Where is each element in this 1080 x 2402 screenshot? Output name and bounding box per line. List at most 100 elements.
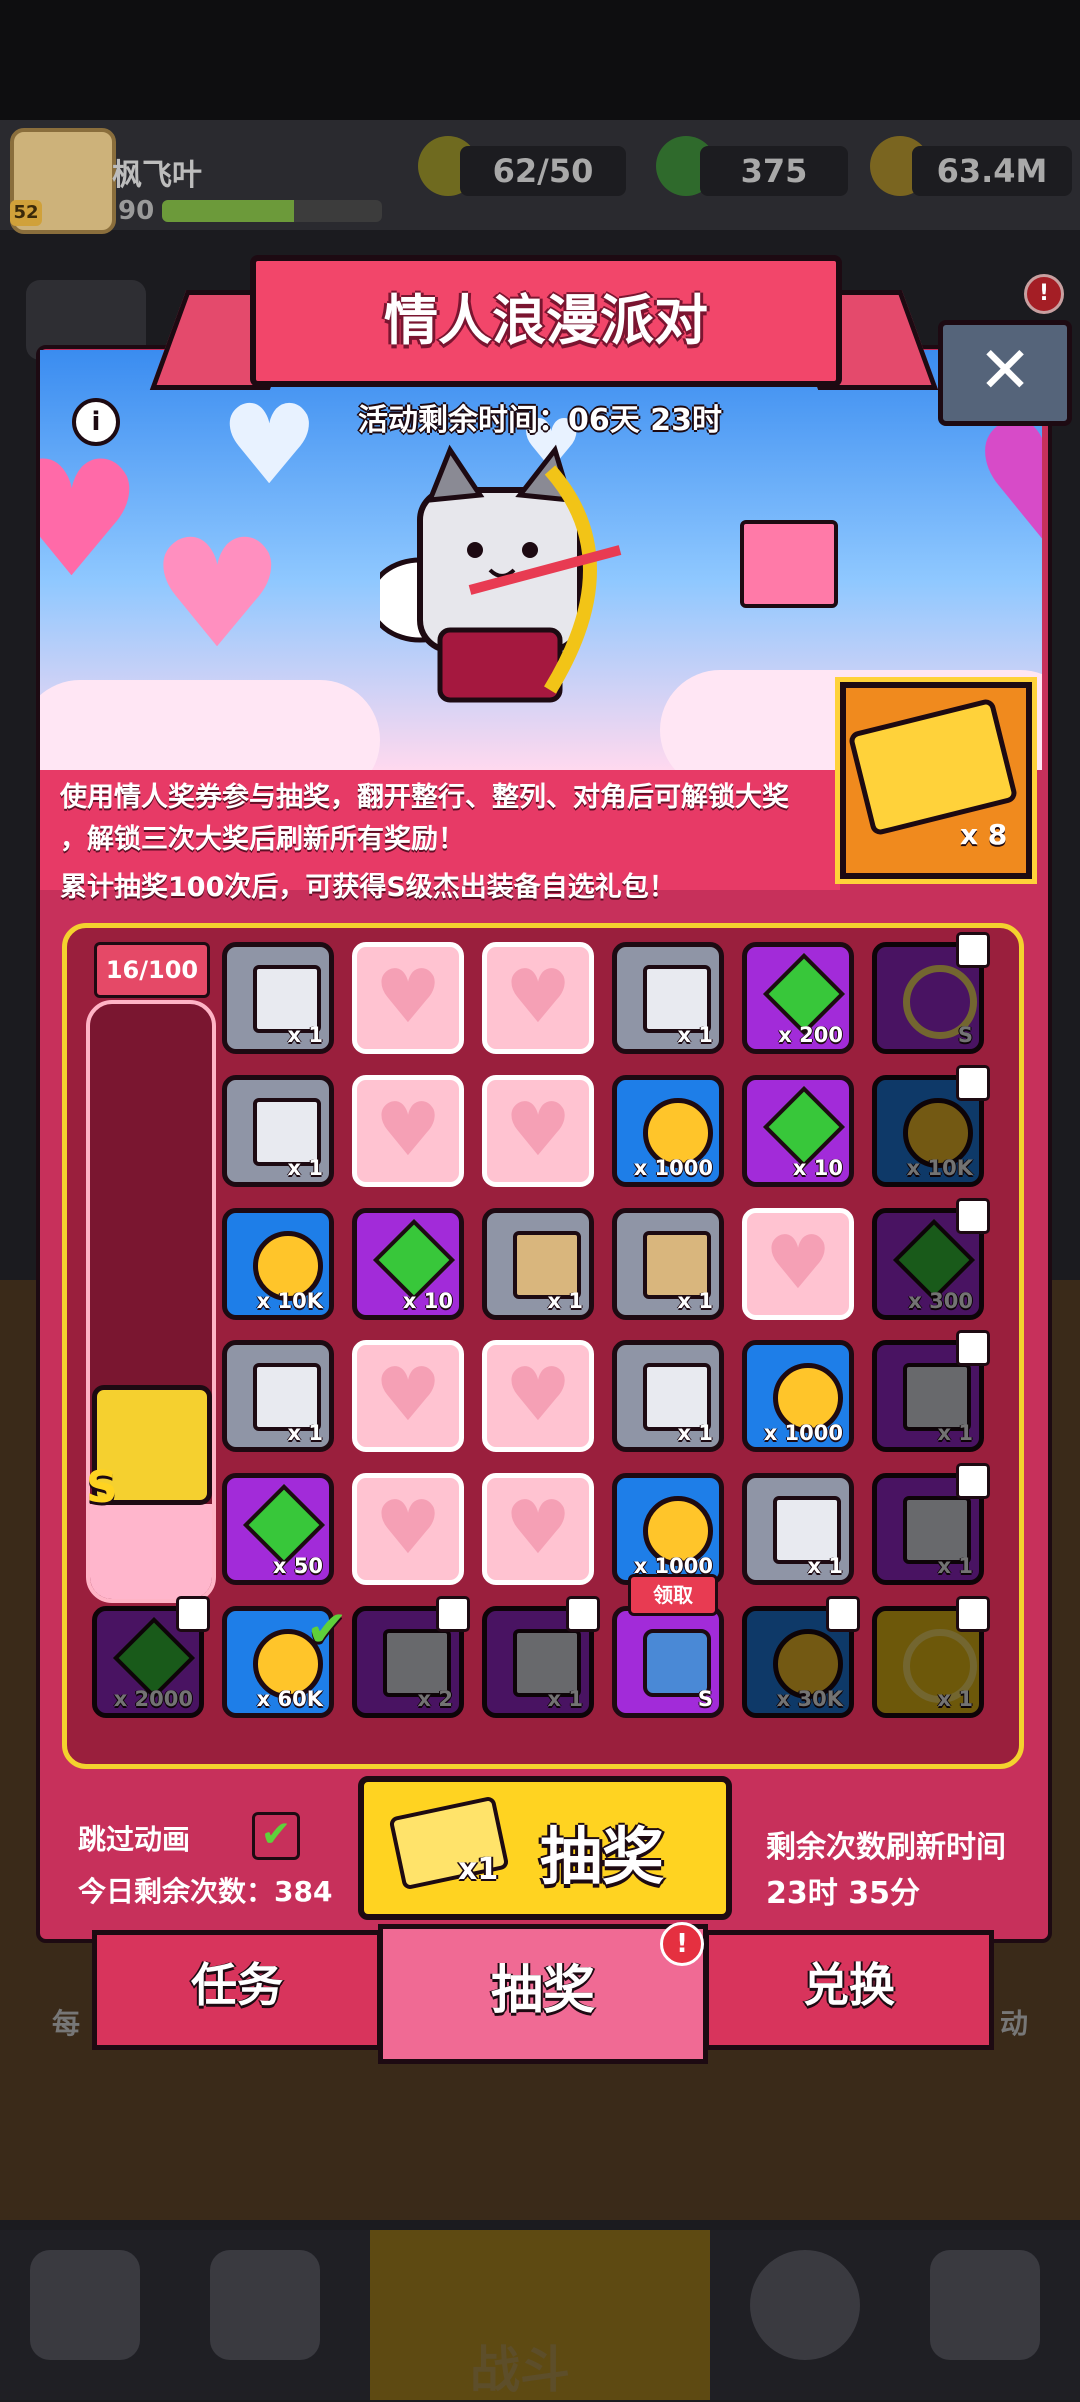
prize-card[interactable]: x 10 [742,1075,854,1187]
ticket-count: x 8 [960,818,1008,851]
gem-counter[interactable]: 375 [700,146,848,196]
nav-weapon-icon[interactable] [210,2250,320,2360]
energy-counter[interactable]: 62/50 [460,146,626,196]
prize-count: x 1 [287,1023,323,1047]
prize-count: x 1 [677,1289,713,1313]
prize-card[interactable]: x 10 [352,1208,464,1320]
prize-count: x 1 [287,1421,323,1445]
lock-icon [956,1330,990,1366]
hidden-card[interactable]: ♥ [482,1340,594,1452]
prize-count: x 10K [906,1156,973,1180]
tab-draw[interactable]: 抽奖 [378,1924,708,2064]
tab-exchange[interactable]: 兑换 [704,1930,994,2050]
cloud-decoration [40,680,380,770]
prize-card[interactable]: x 1000 [612,1473,724,1585]
prize-card[interactable]: S [612,1606,724,1718]
prize-card[interactable]: x 50 [222,1473,334,1585]
prize-count: x 2 [417,1687,453,1711]
hidden-card[interactable]: ♥ [482,1473,594,1585]
prize-count: S [957,1023,973,1047]
prize-card[interactable]: x 200 [742,942,854,1054]
coin-counter[interactable]: 63.4M [912,146,1072,196]
prize-count: x 10 [792,1156,843,1180]
status-bar [0,0,1080,120]
heart-icon: ♥ [374,1087,442,1173]
draw-button-label: 抽奖 [540,1820,665,1893]
prize-card[interactable]: x 1 [222,942,334,1054]
skip-animation-label: 跳过动画 [78,1823,191,1856]
heart-icon: ♥ [504,1352,572,1438]
skip-animation-checkbox[interactable]: ✔ [252,1812,300,1860]
prize-count: x 1 [677,1421,713,1445]
info-button[interactable]: i [72,398,120,446]
lock-icon [566,1596,600,1632]
description-line: 累计抽奖100次后，可获得S级杰出装备自选礼包！ [60,872,676,903]
tab-tasks[interactable]: 任务 [92,1930,382,2050]
event-description: 使用情人奖券参与抽奖，翻开整行、整列、对角后可解锁大奖 ，解锁三次大奖后刷新所有… [60,776,840,910]
nav-talent-icon[interactable] [750,2250,860,2360]
description-line: 使用情人奖券参与抽奖，翻开整行、整列、对角后可解锁大奖 [60,782,789,813]
claim-button[interactable]: 领取 [628,1574,718,1616]
heart-icon: ♥ [504,954,572,1040]
draw-cost: x1 [458,1852,499,1887]
info-icon: i [91,407,101,437]
draw-progress-fill [90,1503,212,1599]
prize-count: x 1 [937,1687,973,1711]
side-alert-badge: ! [1024,274,1064,314]
refresh-label: 剩余次数刷新时间 [766,1830,1006,1865]
gift-box-decoration [740,520,838,608]
prize-count: S [697,1687,713,1711]
hidden-card[interactable]: ♥ [742,1208,854,1320]
side-left-label: 每 [52,2007,81,2040]
close-button[interactable]: ✕ [938,320,1072,426]
prize-card[interactable]: x 1 [482,1208,594,1320]
event-timer: 活动剩余时间：06天 23时 [358,403,722,438]
xp-bar-fill [162,200,294,222]
hidden-card[interactable]: ♥ [482,1075,594,1187]
xp-bar [162,200,382,222]
cupid-cat-mascot [367,440,640,740]
prize-count: x 1 [677,1023,713,1047]
hidden-card[interactable]: ♥ [482,942,594,1054]
prize-count: x 30K [776,1687,843,1711]
description-line: ，解锁三次大奖后刷新所有奖励！ [60,824,465,855]
event-title: 情人浪漫派对 [250,255,842,387]
lock-icon [956,1596,990,1632]
prize-card[interactable]: x 1 [612,1340,724,1452]
lock-icon [956,1065,990,1101]
prize-card[interactable]: x 10K [222,1208,334,1320]
lock-icon [436,1596,470,1632]
prize-card[interactable]: x 1000 [612,1075,724,1187]
hidden-card[interactable]: ♥ [352,942,464,1054]
side-right-label: 动 [1000,2007,1029,2040]
heart-decoration: ♥ [40,426,144,613]
prize-count: x 1 [547,1687,583,1711]
prize-count: x 1 [937,1421,973,1445]
prize-count: x 200 [778,1023,843,1047]
prize-card[interactable]: x 1000 [742,1340,854,1452]
nav-shop-icon[interactable] [30,2250,140,2360]
heart-decoration: ♥ [150,508,285,682]
nav-evolve-icon[interactable] [930,2250,1040,2360]
prize-card[interactable]: x 1 [742,1473,854,1585]
prize-card[interactable]: x 1 [222,1340,334,1452]
heart-icon: ♥ [504,1485,572,1571]
close-icon: ✕ [978,334,1032,408]
prize-card[interactable]: x 1 [222,1075,334,1187]
heart-icon: ♥ [504,1087,572,1173]
lock-icon [956,932,990,968]
prize-count: x 1 [937,1554,973,1578]
lock-icon [176,1596,210,1632]
prize-count: x 300 [908,1289,973,1313]
hidden-card[interactable]: ♥ [352,1473,464,1585]
hidden-card[interactable]: ♥ [352,1075,464,1187]
player-level: 90 [118,196,155,226]
claimed-check-icon: ✔ [306,1600,348,1658]
lock-icon [956,1198,990,1234]
hidden-card[interactable]: ♥ [352,1340,464,1452]
lock-icon [826,1596,860,1632]
cupid-cat-svg [367,444,622,703]
prize-card[interactable]: x 1 [612,1208,724,1320]
grand-prize-tier: S [86,1462,118,1513]
prize-card[interactable]: x 1 [612,942,724,1054]
